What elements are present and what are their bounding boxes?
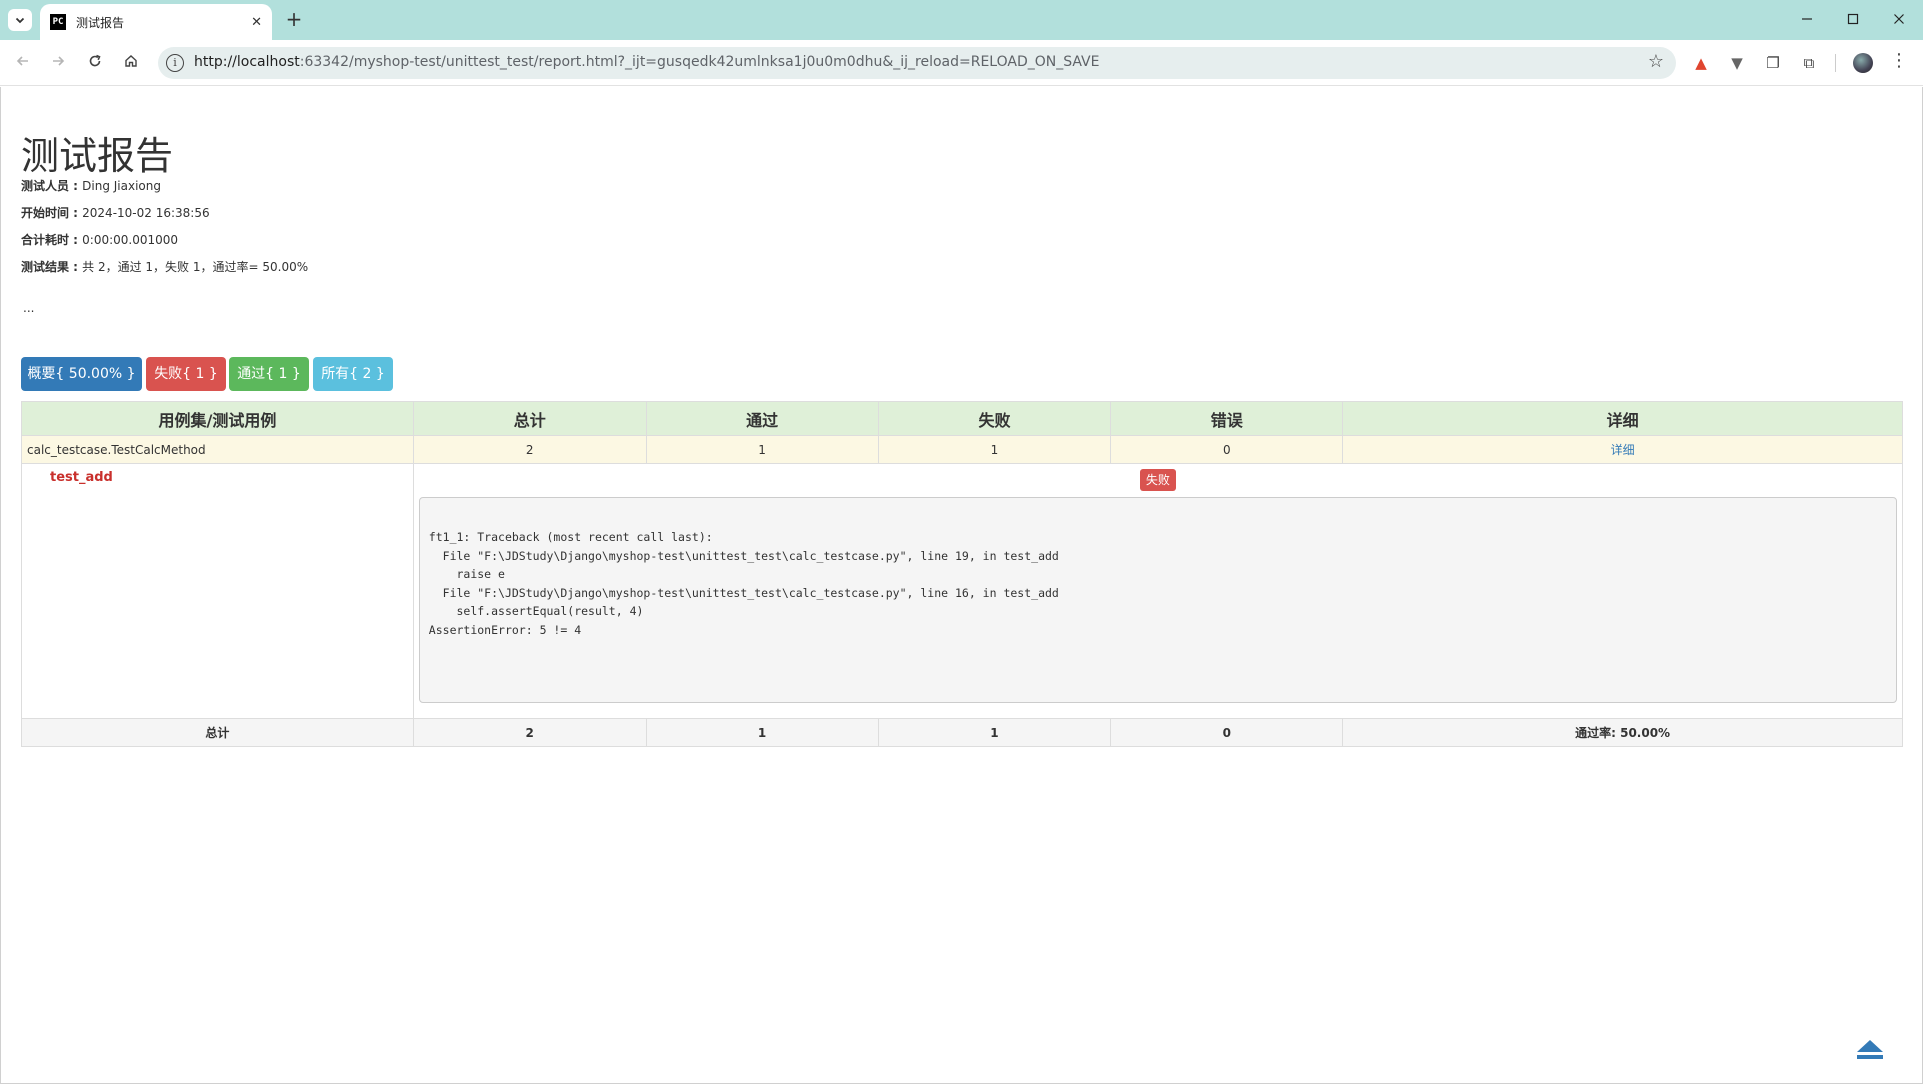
back-button[interactable] <box>10 50 36 76</box>
header-testcase: 用例集/测试用例 <box>21 401 414 436</box>
total-row: 总计 2 1 1 0 通过率: 50.00% <box>21 718 1903 747</box>
traceback-output: ft1_1: Traceback (most recent call last)… <box>418 497 1897 703</box>
back-to-top-icon[interactable] <box>1855 1037 1885 1061</box>
total-fail: 1 <box>877 718 1112 747</box>
extensions-puzzle-icon[interactable]: ⧉ <box>1798 52 1820 74</box>
bookmark-star-icon[interactable]: ☆ <box>1648 51 1664 72</box>
suite-error: 0 <box>1110 435 1344 464</box>
tab-search-button[interactable] <box>8 9 32 31</box>
case-name: test_add <box>21 463 414 719</box>
result-table: 用例集/测试用例 总计 通过 失败 错误 详细 calc_testcase.Te… <box>21 401 1904 747</box>
header-total: 总计 <box>412 401 647 436</box>
pycharm-favicon-icon: PC <box>50 14 66 30</box>
profile-avatar[interactable] <box>1853 53 1873 73</box>
browser-toolbar: i http://localhost:63342/myshop-test/uni… <box>0 40 1923 86</box>
forward-arrow-icon <box>53 56 65 66</box>
total-error: 0 <box>1110 718 1344 747</box>
home-button[interactable] <box>118 50 144 76</box>
header-error: 错误 <box>1110 401 1344 436</box>
header-detail: 详细 <box>1342 401 1903 436</box>
result-info: 测试结果 : 共 2，通过 1，失败 1，通过率= 50.00% <box>21 260 309 274</box>
total-count: 2 <box>412 718 647 747</box>
home-icon <box>125 55 137 67</box>
failed-filter-button[interactable]: 失败{ 1 } <box>146 357 226 391</box>
maximize-button[interactable] <box>1830 0 1876 40</box>
case-result-cell: 失败 ft1_1: Traceback (most recent call la… <box>412 463 1904 719</box>
maximize-icon <box>1847 13 1859 25</box>
suite-detail-cell: 详细 <box>1342 435 1903 464</box>
new-tab-button[interactable]: + <box>282 8 306 32</box>
total-pass: 1 <box>645 718 879 747</box>
browser-titlebar: PC 测试报告 ✕ + <box>0 0 1923 40</box>
suite-fail: 1 <box>877 435 1112 464</box>
forward-button[interactable] <box>45 50 71 76</box>
extension-clipboard-icon[interactable]: ❐ <box>1762 52 1784 74</box>
duration-info: 合计耗时 : 0:00:00.001000 <box>21 233 179 247</box>
suite-name: calc_testcase.TestCalcMethod <box>21 435 414 464</box>
report-description: ... <box>23 301 35 315</box>
suite-total: 2 <box>412 435 647 464</box>
url-text[interactable]: http://localhost:63342/myshop-test/unitt… <box>194 54 1099 70</box>
reload-button[interactable] <box>82 50 108 76</box>
page-title: 测试报告 <box>21 134 174 178</box>
start-time-info: 开始时间 : 2024-10-02 16:38:56 <box>21 206 210 220</box>
suite-detail-link[interactable]: 详细 <box>1611 443 1635 457</box>
close-icon <box>1894 14 1904 24</box>
chevron-down-icon <box>15 17 25 24</box>
extension-vue-icon[interactable]: ▼ <box>1726 52 1748 74</box>
header-pass: 通过 <box>645 401 879 436</box>
all-filter-button[interactable]: 所有{ 2 } <box>313 357 393 391</box>
tab-title: 测试报告 <box>76 15 125 30</box>
summary-filter-button[interactable]: 概要{ 50.00% } <box>21 357 142 391</box>
total-pass-rate: 通过率: 50.00% <box>1342 718 1903 747</box>
close-icon[interactable]: ✕ <box>251 15 262 30</box>
suite-row: calc_testcase.TestCalcMethod 2 1 1 0 详细 <box>21 435 1903 464</box>
extension-warning-icon[interactable]: ▲ <box>1690 52 1712 74</box>
more-menu-icon[interactable]: ⋮ <box>1890 50 1908 71</box>
back-arrow-icon <box>16 56 28 66</box>
tester-info: 测试人员 : Ding Jiaxiong <box>21 179 161 193</box>
minimize-button[interactable] <box>1784 0 1830 40</box>
toolbar-divider <box>1835 54 1836 72</box>
case-status-badge[interactable]: 失败 <box>1139 469 1176 491</box>
header-fail: 失败 <box>877 401 1112 436</box>
reload-icon <box>89 54 101 67</box>
page-viewport: 测试报告 测试人员 : Ding Jiaxiong 开始时间 : 2024-10… <box>0 87 1923 1084</box>
table-header-row: 用例集/测试用例 总计 通过 失败 错误 详细 <box>21 401 1903 436</box>
case-row: test_add 失败 ft1_1: Traceback (most recen… <box>21 463 1904 719</box>
site-info-icon[interactable]: i <box>166 54 184 72</box>
minimize-icon <box>1802 18 1812 20</box>
passed-filter-button[interactable]: 通过{ 1 } <box>229 357 309 391</box>
address-bar[interactable]: i http://localhost:63342/myshop-test/uni… <box>158 47 1676 79</box>
browser-tab[interactable]: PC 测试报告 ✕ <box>40 4 272 40</box>
close-window-button[interactable] <box>1876 0 1922 40</box>
suite-pass: 1 <box>645 435 879 464</box>
total-label: 总计 <box>21 718 414 747</box>
